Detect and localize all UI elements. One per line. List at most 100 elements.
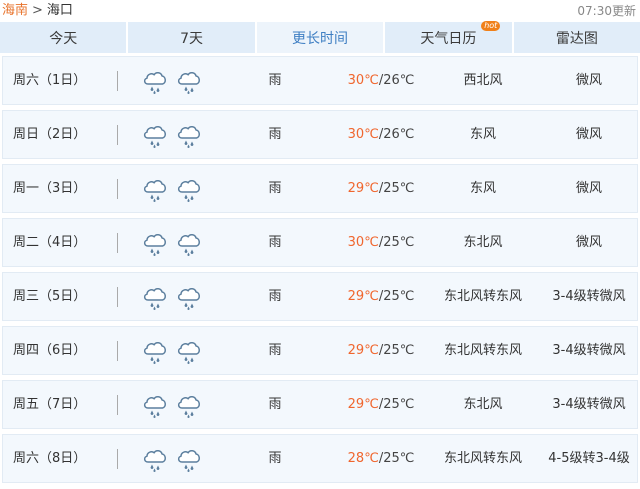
- high-temperature: 29℃: [347, 289, 379, 304]
- update-time: 07:30更新: [577, 4, 636, 18]
- high-temperature: 28℃: [347, 451, 379, 466]
- wind-direction: 东北风转东风: [443, 451, 522, 466]
- top-bar: 海南 > 海口 07:30更新: [0, 0, 640, 22]
- cloud-rain-icon: [141, 391, 169, 419]
- weather-icons: [141, 121, 203, 149]
- temperature: 29℃/25℃: [319, 273, 443, 320]
- low-temperature: /26℃: [378, 73, 415, 88]
- cloud-rain-icon: [175, 229, 203, 257]
- row-divider: [117, 125, 118, 145]
- wind-level: 微风: [575, 73, 602, 88]
- tab-longer-period[interactable]: 更长时间: [256, 22, 384, 53]
- forecast-day: 周一（3日）: [13, 181, 87, 196]
- high-temperature: 29℃: [347, 397, 379, 412]
- weather-icons: [141, 391, 203, 419]
- breadcrumb-city: 海口: [46, 3, 73, 18]
- wind-direction: 东风: [469, 127, 496, 142]
- cloud-rain-icon: [141, 175, 169, 203]
- forecast-row: 周三（5日）雨 29℃/25℃ 东北风转东风 3-4级转微风: [2, 272, 638, 321]
- tab-radar-map[interactable]: 雷达图: [513, 22, 640, 53]
- tab-7-days[interactable]: 7天: [128, 22, 255, 53]
- wind-level: 微风: [575, 127, 602, 142]
- wind-level: 4-5级转3-4级: [548, 451, 630, 466]
- temperature: 29℃/25℃: [319, 381, 443, 428]
- forecast-day: 周六（8日）: [13, 451, 87, 466]
- cloud-rain-icon: [175, 175, 203, 203]
- row-divider: [117, 341, 118, 361]
- cloud-rain-icon: [141, 445, 169, 473]
- forecast-row: 周五（7日） 雨 29℃/25℃ 东北风 3-4级转微风: [2, 380, 638, 429]
- weather-icons: [141, 175, 203, 203]
- tab-radar-map-label: 雷达图: [555, 30, 598, 47]
- row-divider: [117, 71, 118, 91]
- weather-description: 雨: [268, 289, 282, 304]
- high-temperature: 29℃: [347, 181, 379, 196]
- weather-icons: [141, 229, 203, 257]
- weather-description: 雨: [268, 127, 282, 142]
- cloud-rain-icon: [175, 67, 203, 95]
- row-divider: [117, 233, 118, 253]
- tab-weather-calendar[interactable]: 天气日历 hot: [385, 21, 512, 53]
- forecast-day: 周五（7日）: [13, 397, 87, 412]
- weather-description: 雨: [268, 235, 282, 250]
- cloud-rain-icon: [141, 229, 169, 257]
- wind-direction: 东风: [469, 181, 496, 196]
- wind-level: 3-4级转微风: [552, 343, 626, 358]
- tab-longer-period-label: 更长时间: [292, 30, 349, 47]
- forecast-day: 周日（2日）: [13, 127, 87, 142]
- tab-today[interactable]: 今天: [0, 22, 127, 53]
- row-divider: [117, 179, 118, 199]
- wind-level: 3-4级转微风: [552, 397, 626, 412]
- breadcrumb-province-link[interactable]: 海南: [2, 3, 28, 18]
- cloud-rain-icon: [175, 445, 203, 473]
- cloud-rain-icon: [175, 337, 203, 365]
- low-temperature: /25℃: [378, 235, 415, 250]
- low-temperature: /25℃: [378, 289, 415, 304]
- temperature: 30℃/26℃: [319, 57, 443, 104]
- low-temperature: /25℃: [378, 343, 415, 358]
- tab-7-days-label: 7天: [180, 30, 204, 47]
- tab-weather-calendar-label: 天气日历: [420, 30, 477, 47]
- forecast-day: 周六（1日）: [13, 73, 87, 88]
- cloud-rain-icon: [175, 391, 203, 419]
- cloud-rain-icon: [141, 121, 169, 149]
- temperature: 28℃/25℃: [319, 435, 443, 482]
- wind-level: 微风: [575, 235, 602, 250]
- low-temperature: /25℃: [378, 181, 415, 196]
- high-temperature: 30℃: [347, 235, 379, 250]
- breadcrumb: 海南 > 海口: [2, 3, 73, 19]
- forecast-row: 周四（6日）雨 29℃/25℃ 东北风转东风 3-4级转微风: [2, 326, 638, 375]
- row-divider: [117, 449, 118, 469]
- temperature: 29℃/25℃: [319, 165, 443, 212]
- wind-direction: 东北风: [463, 397, 503, 412]
- high-temperature: 30℃: [347, 73, 379, 88]
- wind-direction: 东北风转东风: [443, 289, 522, 304]
- forecast-row: 周二（4日） 雨 30℃/25℃ 东北风 微风: [2, 218, 638, 267]
- wind-direction: 东北风: [463, 235, 503, 250]
- wind-direction: 西北风: [463, 73, 503, 88]
- wind-level: 3-4级转微风: [552, 289, 626, 304]
- cloud-rain-icon: [141, 67, 169, 95]
- weather-description: 雨: [268, 343, 282, 358]
- temperature: 30℃/25℃: [319, 219, 443, 266]
- forecast-row: 周一（3日） 雨 29℃/25℃ 东风 微风: [2, 164, 638, 213]
- temperature: 29℃/25℃: [319, 327, 443, 374]
- cloud-rain-icon: [175, 121, 203, 149]
- cloud-rain-icon: [141, 337, 169, 365]
- cloud-rain-icon: [175, 283, 203, 311]
- low-temperature: /25℃: [378, 397, 415, 412]
- weather-icons: [141, 67, 203, 95]
- weather-description: 雨: [268, 73, 282, 88]
- high-temperature: 29℃: [347, 343, 379, 358]
- forecast-day: 周四（6日）: [13, 343, 87, 358]
- weather-icons: [141, 445, 203, 473]
- forecast-row: 周六（1日） 雨 30℃/26℃ 西北风 微风: [2, 56, 638, 105]
- weather-description: 雨: [268, 181, 282, 196]
- forecast-tabs: 今天 7天 更长时间 天气日历 hot 雷达图: [0, 21, 640, 53]
- weather-icons: [141, 283, 203, 311]
- forecast-row: 周日（2日） 雨 30℃/26℃ 东风 微风: [2, 110, 638, 159]
- low-temperature: /25℃: [378, 451, 415, 466]
- forecast-day: 周三（5日）: [13, 289, 87, 304]
- forecast-row: 周六（8日）雨 28℃/25℃ 东北风转东风 4-5级转3-4级: [2, 434, 638, 483]
- wind-direction: 东北风转东风: [443, 343, 522, 358]
